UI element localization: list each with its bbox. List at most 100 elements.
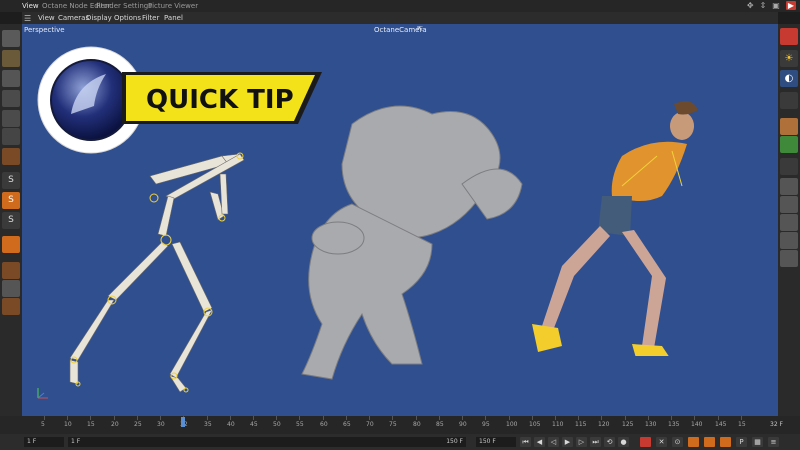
move-icon[interactable]: ✥ [747, 1, 754, 10]
tab-view[interactable]: View [22, 2, 39, 10]
skeleton-bone [171, 241, 213, 313]
workplane-icon[interactable]: S [2, 212, 20, 229]
timeline-tick-label: 85 [436, 421, 444, 428]
symmetry-icon[interactable] [2, 298, 20, 315]
axis-icon[interactable] [2, 148, 20, 165]
timeline-tick-label: 60 [320, 421, 328, 428]
render-camera-icon[interactable] [780, 28, 798, 45]
runner-shoe-right [632, 344, 669, 356]
skeleton-bone [169, 309, 213, 379]
menu-panel[interactable]: Panel [164, 14, 183, 22]
timeline-tick-label: 110 [552, 421, 564, 428]
sphere-icon-2[interactable] [780, 196, 798, 213]
point-level-key-icon[interactable]: ▦ [752, 437, 763, 447]
model-icon[interactable] [2, 70, 20, 87]
timeline[interactable]: 5101520253032354045505560657075808590951… [0, 416, 800, 434]
hamburger-icon[interactable]: ☰ [24, 14, 31, 23]
tab-picture-viewer[interactable]: Picture Viewer [148, 2, 198, 10]
menu-filter[interactable]: Filter [142, 14, 159, 22]
timeline-tick-label: 75 [389, 421, 397, 428]
sphere-icon-3[interactable] [780, 214, 798, 231]
position-key-icon[interactable] [688, 437, 699, 447]
grid-icon[interactable] [2, 262, 20, 279]
step-forward-icon[interactable]: ▷ [576, 437, 587, 447]
menu-options[interactable]: Options [114, 14, 141, 22]
light-icon[interactable] [780, 92, 798, 109]
rotation-key-icon[interactable] [720, 437, 731, 447]
menu-display[interactable]: Display [86, 14, 112, 22]
timeline-tick [671, 416, 672, 420]
timeline-tick [230, 416, 231, 420]
play-forward-icon[interactable]: ▶ [562, 437, 573, 447]
timeline-tick [44, 416, 45, 420]
current-frame-readout: 32 F [770, 421, 783, 428]
parameter-key-icon[interactable]: P [736, 437, 747, 447]
timeline-tick [532, 416, 533, 420]
timeline-tick [67, 416, 68, 420]
magnet-icon[interactable] [2, 236, 20, 253]
record-icon[interactable]: ● [618, 437, 629, 447]
sphere-icon-1[interactable] [780, 178, 798, 195]
preview-start-field[interactable]: 1 F [68, 437, 466, 447]
sphere-icon-4[interactable] [780, 232, 798, 249]
record-active-icon[interactable]: ⊙ [672, 437, 683, 447]
material-icon[interactable] [780, 118, 798, 135]
timeline-tick [207, 416, 208, 420]
polygons-icon[interactable] [2, 128, 20, 145]
timeline-tick [369, 416, 370, 420]
scale-key-icon[interactable] [704, 437, 715, 447]
tag-icon[interactable] [780, 136, 798, 153]
timeline-tick [555, 416, 556, 420]
timeline-playhead[interactable] [181, 417, 185, 427]
play-backward-icon[interactable]: ◁ [548, 437, 559, 447]
snap-icon[interactable]: S [2, 172, 20, 189]
zoom-icon[interactable]: ⇕ [760, 1, 767, 10]
loop-icon[interactable]: ⟲ [604, 437, 615, 447]
left-toolbar: S S S [0, 24, 22, 416]
timeline-tick-label: 125 [622, 421, 634, 428]
end-frame-field[interactable]: 150 F [476, 437, 516, 447]
contrast-icon[interactable]: ◐ [780, 70, 798, 87]
timeline-tick [114, 416, 115, 420]
points-icon[interactable] [2, 90, 20, 107]
cursor-icon[interactable] [780, 158, 798, 175]
timeline-tick [392, 416, 393, 420]
runner-jacket [611, 141, 687, 201]
keyframe-selection-icon[interactable]: ✕ [656, 437, 667, 447]
sphere-icon-5[interactable] [780, 250, 798, 267]
render-view-icon[interactable]: ▶ [785, 1, 796, 10]
timeline-tick-label: 105 [529, 421, 541, 428]
timeline-tick [718, 416, 719, 420]
menu-view[interactable]: View [38, 14, 55, 22]
menu-cameras[interactable]: Cameras [58, 14, 89, 22]
axis-gizmo-icon [37, 388, 48, 399]
timeline-tick-label: 20 [111, 421, 119, 428]
autokey-icon[interactable] [640, 437, 651, 447]
go-to-start-icon[interactable]: ⏮ [520, 437, 531, 447]
step-back-icon[interactable]: ◀ [534, 437, 545, 447]
skeleton-bone [69, 359, 79, 385]
timeline-ruler[interactable]: 5101520253032354045505560657075808590951… [40, 416, 760, 434]
timeline-tick-label: 15 [738, 421, 746, 428]
timeline-tick [485, 416, 486, 420]
maximize-icon[interactable]: ▣ [772, 1, 780, 10]
timeline-tick [625, 416, 626, 420]
sun-icon[interactable]: ☀ [780, 50, 798, 67]
timeline-tick-label: 120 [598, 421, 610, 428]
checker-icon[interactable] [2, 50, 20, 67]
snap-settings-icon[interactable]: S [2, 192, 20, 209]
floor-icon[interactable] [2, 280, 20, 297]
timeline-tick [462, 416, 463, 420]
edges-icon[interactable] [2, 110, 20, 127]
timeline-tick-label: 55 [296, 421, 304, 428]
timeline-menu-icon[interactable]: ≡ [768, 437, 779, 447]
timeline-tick-label: 35 [204, 421, 212, 428]
start-frame-field[interactable]: 1 F [24, 437, 64, 447]
timeline-tick [90, 416, 91, 420]
preview-end-field[interactable]: 150 F [428, 437, 466, 447]
tab-render-settings[interactable]: Render Settings [96, 2, 152, 10]
quick-tip-banner: QUICK TIP [122, 72, 322, 124]
cube-icon[interactable] [2, 30, 20, 47]
go-to-end-icon[interactable]: ⏭ [590, 437, 601, 447]
timeline-tick-label: 70 [366, 421, 374, 428]
